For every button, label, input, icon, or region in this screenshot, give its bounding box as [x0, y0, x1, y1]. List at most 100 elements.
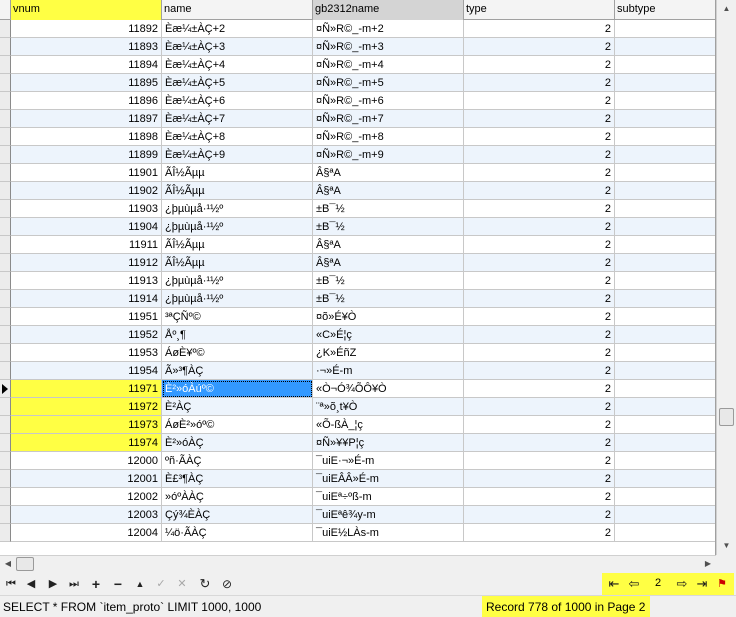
row-indicator[interactable] — [0, 128, 11, 146]
row-indicator[interactable] — [0, 92, 11, 110]
post-icon[interactable]: ✓ — [152, 576, 170, 592]
row-indicator[interactable] — [0, 344, 11, 362]
vertical-scroll-thumb[interactable] — [719, 408, 734, 426]
cell-name[interactable]: Èæ¼±ÀÇ+4 — [162, 56, 313, 74]
cell-gb2312name[interactable]: ¤Ñ»R©_-m+8 — [313, 128, 464, 146]
table-row[interactable]: 11971 È²»óÀúº© «Ò¬Ó¾ÕÔ¥Ò 2 — [0, 380, 715, 398]
cell-type[interactable]: 2 — [464, 146, 615, 164]
table-row[interactable]: 11899 Èæ¼±ÀÇ+9 ¤Ñ»R©_-m+9 2 — [0, 146, 715, 164]
cell-name[interactable]: ÃÎ½Ãµµ — [162, 236, 313, 254]
cell-gb2312name[interactable]: ¤Ñ»R©_-m+2 — [313, 20, 464, 38]
cell-type[interactable]: 2 — [464, 362, 615, 380]
cell-name[interactable]: Èæ¼±ÀÇ+9 — [162, 146, 313, 164]
cell-subtype[interactable] — [615, 110, 715, 128]
cell-gb2312name[interactable]: Â§ªA — [313, 236, 464, 254]
row-indicator[interactable] — [0, 146, 11, 164]
cell-name[interactable]: È²ÀÇ — [162, 398, 313, 416]
header-gb2312name[interactable]: gb2312name — [313, 0, 464, 20]
cell-subtype[interactable] — [615, 452, 715, 470]
cell-vnum[interactable]: 11952 — [11, 326, 162, 344]
cell-type[interactable]: 2 — [464, 272, 615, 290]
cell-vnum[interactable]: 12004 — [11, 524, 162, 542]
table-row[interactable]: 11898 Èæ¼±ÀÇ+8 ¤Ñ»R©_-m+8 2 — [0, 128, 715, 146]
table-row[interactable]: 11894 Èæ¼±ÀÇ+4 ¤Ñ»R©_-m+4 2 — [0, 56, 715, 74]
clear-icon[interactable]: ⊘ — [218, 576, 236, 592]
table-row[interactable]: 11974 È²»óÀÇ ¤Ñ»¥¥P¦ç 2 — [0, 434, 715, 452]
cell-subtype[interactable] — [615, 344, 715, 362]
cell-vnum[interactable]: 11897 — [11, 110, 162, 128]
table-row[interactable]: 12000 ºñ·ÃÀÇ ¯uiE·¬»É-m 2 — [0, 452, 715, 470]
cell-name[interactable]: È²»óÀúº© — [162, 380, 313, 398]
row-indicator[interactable] — [0, 164, 11, 182]
cell-type[interactable]: 2 — [464, 92, 615, 110]
cell-gb2312name[interactable]: «Õ-ßÀ_¦ç — [313, 416, 464, 434]
scroll-right-icon[interactable]: ▶ — [700, 556, 716, 572]
cell-gb2312name[interactable]: ¯uiE·¬»É-m — [313, 452, 464, 470]
cell-subtype[interactable] — [615, 218, 715, 236]
cell-vnum[interactable]: 11912 — [11, 254, 162, 272]
table-row[interactable]: 11911 ÃÎ½Ãµµ Â§ªA 2 — [0, 236, 715, 254]
table-row[interactable]: 11904 ¿þµùµå·¹½º ±B¯½ 2 — [0, 218, 715, 236]
table-row[interactable]: 11902 ÃÎ½Ãµµ Â§ªA 2 — [0, 182, 715, 200]
edit-icon[interactable]: ▲ — [131, 576, 149, 592]
header-vnum[interactable]: vnum — [11, 0, 162, 20]
cell-name[interactable]: È£³¶ÀÇ — [162, 470, 313, 488]
cell-subtype[interactable] — [615, 488, 715, 506]
cell-subtype[interactable] — [615, 146, 715, 164]
cell-vnum[interactable]: 11903 — [11, 200, 162, 218]
table-row[interactable]: 11903 ¿þµùµå·¹½º ±B¯½ 2 — [0, 200, 715, 218]
cell-gb2312name[interactable]: Â§ªA — [313, 254, 464, 272]
first-page-icon[interactable]: ⇤ — [606, 576, 622, 592]
cell-type[interactable]: 2 — [464, 128, 615, 146]
cell-vnum[interactable]: 11902 — [11, 182, 162, 200]
cell-subtype[interactable] — [615, 326, 715, 344]
cell-gb2312name[interactable]: ±B¯½ — [313, 200, 464, 218]
cell-name[interactable]: Èæ¼±ÀÇ+3 — [162, 38, 313, 56]
cell-subtype[interactable] — [615, 362, 715, 380]
cell-subtype[interactable] — [615, 128, 715, 146]
cell-type[interactable]: 2 — [464, 380, 615, 398]
cell-type[interactable]: 2 — [464, 470, 615, 488]
table-row[interactable]: 11972 È²ÀÇ ¨ª»õ¸t¥Ò 2 — [0, 398, 715, 416]
cell-vnum[interactable]: 11893 — [11, 38, 162, 56]
cell-name[interactable]: Èæ¼±ÀÇ+8 — [162, 128, 313, 146]
cell-gb2312name[interactable]: ¯uiEªê¾y-m — [313, 506, 464, 524]
cell-vnum[interactable]: 12000 — [11, 452, 162, 470]
table-row[interactable]: 11953 ÁøÈ¥º© ¿K»ÉñZ 2 — [0, 344, 715, 362]
cancel-icon[interactable]: ✕ — [173, 576, 191, 592]
cell-type[interactable]: 2 — [464, 236, 615, 254]
cell-name[interactable]: ºñ·ÃÀÇ — [162, 452, 313, 470]
cell-type[interactable]: 2 — [464, 344, 615, 362]
cell-subtype[interactable] — [615, 20, 715, 38]
cell-subtype[interactable] — [615, 236, 715, 254]
cell-vnum[interactable]: 11911 — [11, 236, 162, 254]
cell-vnum[interactable]: 11974 — [11, 434, 162, 452]
horizontal-scroll-thumb[interactable] — [16, 557, 34, 571]
row-indicator[interactable] — [0, 200, 11, 218]
cell-gb2312name[interactable]: «C»É¦ç — [313, 326, 464, 344]
cell-gb2312name[interactable]: ¤Ñ»R©_-m+6 — [313, 92, 464, 110]
table-row[interactable]: 11954 Ã»³¶ÀÇ ·¬»É-m 2 — [0, 362, 715, 380]
cell-gb2312name[interactable]: ¨ª»õ¸t¥Ò — [313, 398, 464, 416]
cell-type[interactable]: 2 — [464, 488, 615, 506]
cell-type[interactable]: 2 — [464, 506, 615, 524]
cell-gb2312name[interactable]: ±B¯½ — [313, 272, 464, 290]
data-grid[interactable]: vnum name gb2312name type subtype 11892 È… — [0, 0, 716, 555]
cell-type[interactable]: 2 — [464, 326, 615, 344]
cell-subtype[interactable] — [615, 182, 715, 200]
cell-type[interactable]: 2 — [464, 452, 615, 470]
cell-subtype[interactable] — [615, 506, 715, 524]
next-page-icon[interactable]: ⇨ — [674, 576, 690, 592]
refresh-icon[interactable]: ↻ — [196, 576, 214, 592]
cell-vnum[interactable]: 11951 — [11, 308, 162, 326]
cell-type[interactable]: 2 — [464, 398, 615, 416]
cell-subtype[interactable] — [615, 38, 715, 56]
table-row[interactable]: 11896 Èæ¼±ÀÇ+6 ¤Ñ»R©_-m+6 2 — [0, 92, 715, 110]
cell-gb2312name[interactable]: ¤Ñ»R©_-m+4 — [313, 56, 464, 74]
cell-type[interactable]: 2 — [464, 254, 615, 272]
cell-type[interactable]: 2 — [464, 308, 615, 326]
header-subtype[interactable]: subtype — [615, 0, 715, 20]
cell-type[interactable]: 2 — [464, 164, 615, 182]
cell-name[interactable]: Ã»³¶ÀÇ — [162, 362, 313, 380]
cell-vnum[interactable]: 11954 — [11, 362, 162, 380]
